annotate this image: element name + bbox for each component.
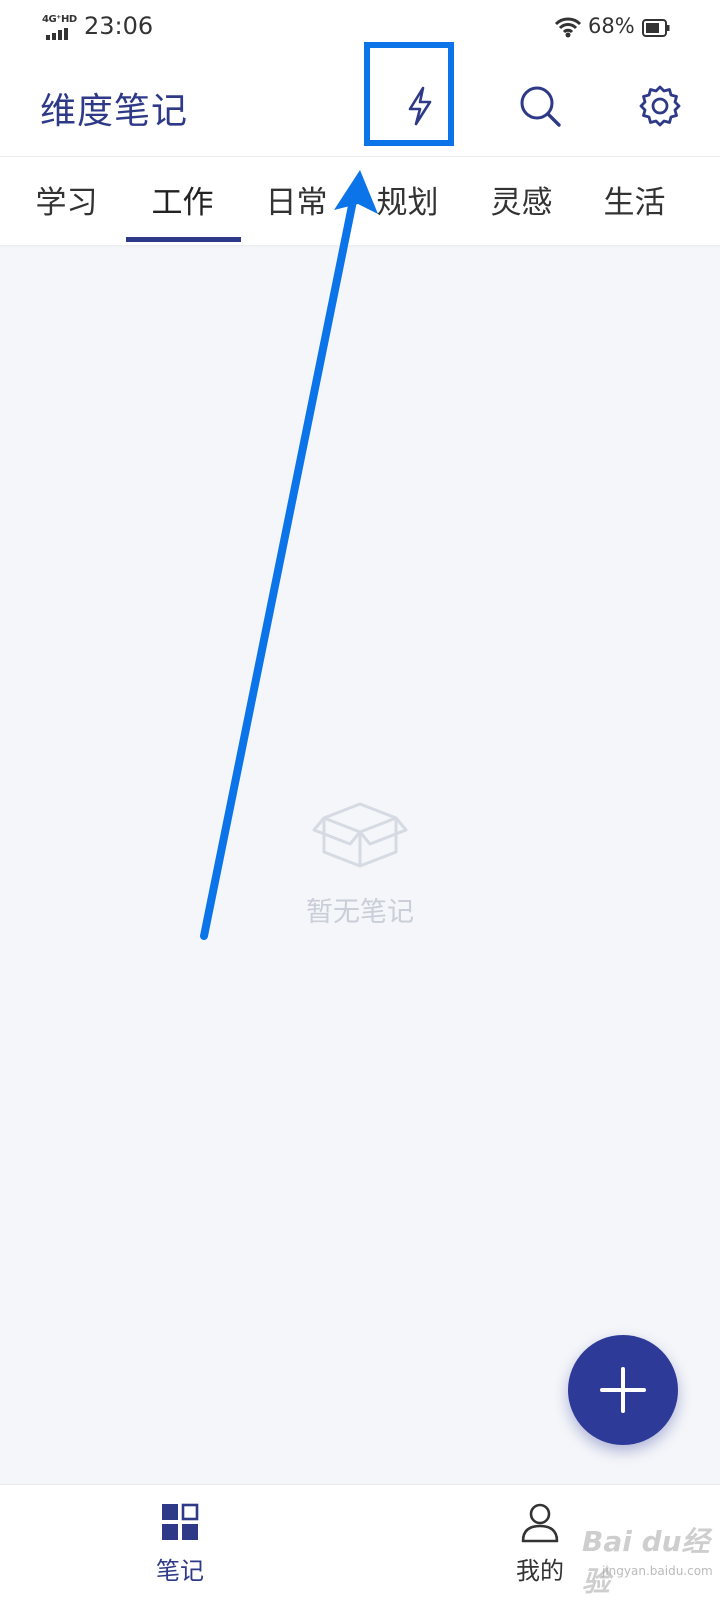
baidu-jingyan-watermark: Bai du经验 jingyan.baidu.com — [556, 1518, 716, 1598]
app-bar: 维度笔记 — [0, 56, 720, 157]
watermark-sub: jingyan.baidu.com — [602, 1564, 713, 1578]
network-type: 4G⁺HD — [42, 14, 77, 25]
wifi-icon — [554, 17, 582, 38]
battery-percent: 68% — [588, 14, 635, 38]
category-tabs: 学习 工作 日常 规划 灵感 生活 — [0, 157, 720, 245]
battery-icon — [642, 19, 670, 37]
tab-daily[interactable]: 日常 — [240, 177, 353, 221]
tab-life[interactable]: 生活 — [578, 177, 691, 221]
network-indicator: 4G⁺HD — [42, 14, 78, 40]
grid-icon — [162, 1503, 199, 1540]
watermark-main: Bai du经验 — [582, 1525, 710, 1598]
search-button[interactable] — [500, 66, 580, 146]
empty-message: 暂无笔记 — [306, 897, 414, 928]
tab-inspiration[interactable]: 灵感 — [465, 177, 578, 221]
tab-study[interactable]: 学习 — [10, 177, 123, 221]
nav-notes[interactable]: 笔记 — [120, 1485, 240, 1601]
search-icon — [520, 86, 561, 127]
empty-box-icon — [312, 802, 408, 868]
nav-notes-label: 笔记 — [156, 1557, 204, 1585]
settings-icon — [639, 85, 681, 127]
person-icon — [521, 1503, 559, 1543]
tab-work[interactable]: 工作 — [126, 177, 239, 221]
clock: 23:06 — [84, 12, 154, 40]
settings-button[interactable] — [620, 66, 700, 146]
flash-button[interactable] — [380, 66, 460, 146]
plus-icon — [600, 1367, 646, 1413]
flash-icon — [408, 86, 432, 126]
active-tab-indicator — [126, 237, 241, 242]
signal-icon — [46, 28, 68, 40]
app-title: 维度笔记 — [40, 91, 189, 132]
empty-state: 暂无笔记 — [290, 790, 430, 940]
tab-plan[interactable]: 规划 — [351, 177, 464, 221]
status-bar: 4G⁺HD 23:06 68% — [0, 0, 720, 56]
add-note-button[interactable] — [568, 1335, 678, 1445]
